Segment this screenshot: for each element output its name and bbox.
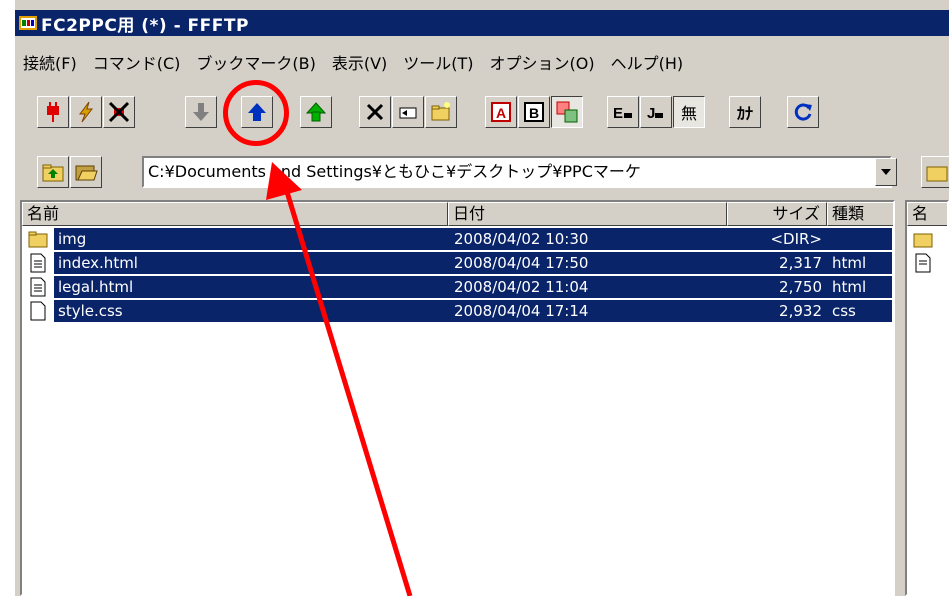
- remote-column-header-name[interactable]: 名: [907, 202, 947, 226]
- title-bar[interactable]: FC2PPC用 (*) - FFFTP: [15, 10, 949, 36]
- file-row[interactable]: index.html 2008/04/04 17:50 2,317 html: [26, 251, 892, 275]
- file-row[interactable]: legal.html 2008/04/02 11:04 2,750 html: [26, 275, 892, 299]
- column-header-name[interactable]: 名前: [22, 202, 448, 226]
- euc-button[interactable]: E: [607, 96, 639, 128]
- file-name: index.html: [58, 254, 138, 272]
- no-convert-icon: 無: [680, 104, 697, 123]
- no-convert-button[interactable]: 無: [673, 96, 705, 128]
- file-size: 2,750: [779, 278, 822, 296]
- quick-connect-button[interactable]: [70, 96, 102, 128]
- column-header-type[interactable]: 種類: [827, 202, 893, 226]
- svg-text:E: E: [613, 105, 623, 122]
- binary-icon: B: [524, 102, 544, 122]
- desktop-edge: [0, 0, 15, 596]
- document-icon: [915, 253, 931, 273]
- disconnect-icon: [108, 101, 130, 123]
- menu-tools[interactable]: ツール(T): [395, 50, 481, 74]
- toolbar: A B E J 無 ｶﾅ: [15, 94, 949, 140]
- disconnect-button[interactable]: [103, 96, 135, 128]
- file-type: html: [832, 278, 867, 296]
- menu-connect[interactable]: 接続(F): [15, 50, 85, 74]
- parent-folder-button[interactable]: [37, 156, 69, 188]
- svg-text:A: A: [496, 105, 506, 121]
- file-type: html: [832, 254, 867, 272]
- new-folder-button[interactable]: [425, 96, 457, 128]
- ascii-mode-button[interactable]: A: [485, 96, 517, 128]
- open-folder-icon: [75, 165, 98, 181]
- highlight-circle: [223, 80, 289, 146]
- svg-text:J: J: [647, 105, 655, 122]
- menu-bar: 接続(F) コマンド(C) ブックマーク(B) 表示(V) ツール(T) オプシ…: [15, 38, 691, 86]
- parent-folder-icon: [42, 164, 64, 182]
- file-size: 2,317: [779, 254, 822, 272]
- file-icon: [30, 301, 46, 321]
- lightning-icon: [79, 101, 94, 123]
- ffftp-window: FC2PPC用 (*) - FFFTP 接続(F) コマンド(C) ブックマーク…: [15, 0, 949, 596]
- auto-mode-button[interactable]: [551, 96, 583, 128]
- file-date: 2008/04/02 11:04: [454, 278, 589, 296]
- open-folder-button[interactable]: [70, 156, 102, 188]
- green-up-arrow-icon: [305, 102, 327, 122]
- file-size: <DIR>: [770, 230, 822, 248]
- menu-command[interactable]: コマンド(C): [85, 50, 189, 74]
- euc-icon: E: [613, 105, 632, 122]
- column-header-size[interactable]: サイズ: [727, 202, 827, 226]
- local-file-list[interactable]: 名前 日付 サイズ 種類 img 2008/04/02 10:30 <DIR> …: [20, 200, 895, 596]
- ascii-icon: A: [491, 102, 511, 122]
- folder-icon: [913, 233, 933, 248]
- refresh-icon: [794, 103, 812, 121]
- file-date: 2008/04/02 10:30: [454, 230, 589, 248]
- file-name: style.css: [58, 302, 123, 320]
- download-button[interactable]: [185, 96, 217, 128]
- path-dropdown-button[interactable]: [875, 158, 897, 186]
- menu-help[interactable]: ヘルプ(H): [603, 50, 692, 74]
- file-row[interactable]: img 2008/04/02 10:30 <DIR>: [26, 227, 892, 251]
- plug-icon: [47, 102, 59, 122]
- auto-mode-icon: [556, 101, 578, 123]
- svg-text:B: B: [529, 105, 539, 121]
- delete-button[interactable]: [359, 96, 391, 128]
- file-name: legal.html: [58, 278, 134, 296]
- refresh-button[interactable]: [787, 96, 819, 128]
- new-folder-icon: [431, 102, 450, 121]
- remote-parent-folder-button[interactable]: [921, 156, 949, 188]
- folder-icon: [28, 231, 48, 248]
- menu-options[interactable]: オプション(O): [482, 50, 603, 74]
- mirror-upload-button[interactable]: [300, 96, 332, 128]
- down-arrow-icon: [193, 103, 209, 121]
- document-icon: [30, 277, 46, 297]
- chevron-down-icon: [881, 169, 891, 175]
- document-icon: [30, 253, 46, 273]
- file-name: img: [58, 230, 87, 248]
- connect-button[interactable]: [37, 96, 69, 128]
- local-path-input[interactable]: C:¥Documents and Settings¥ともひこ¥デスクトップ¥PP…: [142, 156, 892, 188]
- parent-folder-icon: [926, 166, 948, 182]
- rename-icon: [399, 107, 417, 119]
- rename-button[interactable]: [392, 96, 424, 128]
- file-row[interactable]: style.css 2008/04/04 17:14 2,932 css: [26, 299, 892, 323]
- kana-icon: ｶﾅ: [736, 104, 753, 123]
- window-title: FC2PPC用 (*) - FFFTP: [41, 15, 249, 36]
- binary-mode-button[interactable]: B: [518, 96, 550, 128]
- remote-file-list[interactable]: 名: [905, 200, 949, 596]
- file-type: css: [832, 302, 856, 320]
- kana-button[interactable]: ｶﾅ: [729, 96, 761, 128]
- file-size: 2,932: [779, 302, 822, 320]
- file-date: 2008/04/04 17:50: [454, 254, 589, 272]
- menu-bookmark[interactable]: ブックマーク(B): [188, 50, 323, 74]
- file-date: 2008/04/04 17:14: [454, 302, 589, 320]
- menu-view[interactable]: 表示(V): [324, 50, 395, 74]
- jis-icon: J: [647, 105, 663, 122]
- column-header-date[interactable]: 日付: [448, 202, 727, 226]
- delete-x-icon: [366, 103, 384, 121]
- ffftp-app-icon: [19, 14, 37, 32]
- jis-button[interactable]: J: [640, 96, 672, 128]
